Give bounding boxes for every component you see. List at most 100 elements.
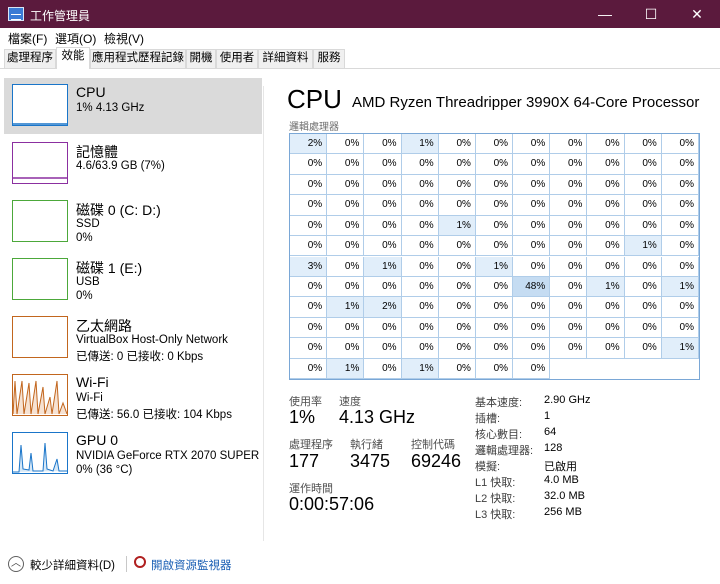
logical-processor-cell: 0%: [624, 154, 662, 175]
logical-processor-cell: 0%: [513, 256, 551, 277]
threads-value: 3475: [350, 451, 391, 471]
sidebar-value: 已傳送: 0 已接收: 0 Kbps: [76, 351, 204, 363]
fewer-details-link[interactable]: 較少詳細資料(D): [30, 557, 115, 573]
ethernet-thumbnail: [12, 316, 68, 358]
tab-performance[interactable]: 效能: [56, 47, 90, 69]
logical-processor-cell: 0%: [624, 195, 662, 216]
logical-processor-cell: 0%: [475, 317, 514, 339]
sidebar-item-cpu[interactable]: CPU 1% 4.13 GHz: [4, 78, 262, 134]
logical-processor-cell: 0%: [513, 195, 551, 216]
footer-divider: [126, 556, 127, 572]
memory-thumbnail: [12, 142, 68, 184]
logical-processor-cell: 0%: [661, 134, 699, 155]
logical-processor-cell: 0%: [661, 154, 699, 175]
logical-processor-cell: 0%: [624, 276, 662, 298]
spec-label: 插槽:: [475, 413, 501, 425]
logical-processor-cell: 0%: [475, 338, 514, 359]
logical-processor-cell: 0%: [550, 297, 588, 318]
logical-processor-cell: 1%: [624, 236, 662, 257]
handles-value: 69246: [411, 451, 462, 471]
logical-processor-cell: 0%: [364, 358, 402, 379]
logical-processor-cell: 0%: [327, 174, 365, 196]
logical-processor-cell: 0%: [290, 236, 328, 257]
logical-processor-cell: 0%: [587, 297, 625, 318]
open-resource-monitor-link[interactable]: 開啟資源監視器: [151, 557, 232, 573]
logical-processor-cell: 0%: [550, 338, 588, 359]
usage-value: 1%: [289, 407, 316, 427]
tab-startup[interactable]: 開機: [186, 49, 216, 68]
logical-processor-cell: 1%: [327, 358, 365, 379]
logical-processor-cell: 0%: [624, 134, 662, 155]
logical-processor-cell: 0%: [624, 174, 662, 196]
spec-label: L2 快取:: [475, 493, 516, 505]
gpu0-thumbnail: [12, 432, 68, 474]
logical-processor-cell: 1%: [661, 276, 699, 298]
logical-processor-cell: 0%: [550, 174, 588, 196]
logical-processor-cell: 0%: [550, 317, 588, 339]
sidebar-subtitle: USB: [76, 276, 100, 288]
logical-processor-cell: 0%: [513, 174, 551, 196]
logical-processor-cell: 0%: [438, 195, 476, 216]
logical-processor-cell: 0%: [661, 236, 699, 257]
logical-processor-cell: 1%: [661, 338, 699, 359]
logical-processor-cell: 0%: [364, 215, 402, 237]
tab-app-history[interactable]: 應用程式歷程記錄: [90, 49, 186, 68]
sidebar-title: 磁碟 0 (C: D:): [76, 202, 161, 218]
tab-services[interactable]: 服務: [313, 49, 345, 68]
logical-processor-cell: 0%: [550, 256, 588, 277]
logical-processor-cell: 0%: [327, 338, 365, 359]
window-title: 工作管理員: [30, 9, 91, 23]
logical-processor-cell: 0%: [550, 236, 588, 257]
logical-processor-cell: 0%: [364, 134, 402, 155]
logical-processor-cell: 0%: [438, 297, 476, 318]
logical-processor-cell: 0%: [587, 174, 625, 196]
disk0-thumbnail: [12, 200, 68, 242]
sidebar-subtitle: 4.6/63.9 GB (7%): [76, 160, 165, 172]
sidebar-value: 已傳送: 56.0 已接收: 104 Kbps: [76, 409, 232, 421]
maximize-button[interactable]: ☐: [628, 0, 674, 28]
tab-details[interactable]: 詳細資料: [258, 49, 313, 68]
spec-label: 基本速度:: [475, 397, 523, 409]
chevron-up-icon[interactable]: ︿: [8, 556, 24, 572]
processes-label: 處理程序: [289, 439, 333, 451]
logical-processor-cell: 0%: [587, 256, 625, 277]
resource-monitor-icon[interactable]: [134, 556, 146, 568]
logical-processor-cell: 0%: [438, 236, 476, 257]
sidebar-item-gpu0[interactable]: GPU 0 NVIDIA GeForce RTX 2070 SUPER 0% (…: [4, 426, 262, 482]
spec-value: 32.0 MB: [544, 490, 585, 502]
logical-processor-cell: 0%: [401, 317, 439, 339]
logical-processor-cell: 0%: [550, 195, 588, 216]
logical-processor-cell: 0%: [475, 215, 514, 237]
spec-label: L1 快取:: [475, 477, 516, 489]
logical-processor-cell: 0%: [513, 215, 551, 237]
tab-users[interactable]: 使用者: [216, 49, 258, 68]
panel-divider: [263, 86, 264, 541]
tab-processes[interactable]: 處理程序: [4, 49, 56, 68]
logical-processor-cell: 0%: [624, 338, 662, 359]
close-button[interactable]: ✕: [674, 0, 720, 28]
menu-options[interactable]: 選項(O): [55, 30, 96, 47]
logical-processor-cell: 48%: [513, 276, 551, 298]
task-manager-icon: [8, 7, 24, 21]
sidebar-subtitle: NVIDIA GeForce RTX 2070 SUPER: [76, 450, 260, 462]
logical-processor-cell: 0%: [550, 154, 588, 175]
logical-processor-cell: 0%: [661, 256, 699, 277]
logical-processor-cell: 0%: [401, 338, 439, 359]
spec-label: 模擬:: [475, 461, 501, 473]
menu-view[interactable]: 檢視(V): [104, 30, 144, 47]
menu-file[interactable]: 檔案(F): [8, 30, 47, 47]
logical-processor-cell: 0%: [661, 174, 699, 196]
logical-processor-cell: 0%: [364, 174, 402, 196]
logical-processor-cell: 0%: [364, 236, 402, 257]
logical-processor-cell: 0%: [550, 276, 588, 298]
sidebar-item-memory[interactable]: 記憶體 4.6/63.9 GB (7%): [4, 136, 262, 192]
logical-processor-cell: 0%: [624, 317, 662, 339]
sidebar-item-ethernet[interactable]: 乙太網路 VirtualBox Host-Only Network 已傳送: 0…: [4, 310, 262, 366]
sidebar-item-disk1[interactable]: 磁碟 1 (E:) USB 0%: [4, 252, 262, 308]
sidebar-item-wifi[interactable]: Wi-Fi Wi-Fi 已傳送: 56.0 已接收: 104 Kbps: [4, 368, 262, 424]
logical-processor-cell: 0%: [475, 236, 514, 257]
minimize-button[interactable]: —: [582, 0, 628, 28]
logical-processor-cell: 0%: [327, 236, 365, 257]
logical-processor-cell: 0%: [550, 134, 588, 155]
sidebar-item-disk0[interactable]: 磁碟 0 (C: D:) SSD 0%: [4, 194, 262, 250]
